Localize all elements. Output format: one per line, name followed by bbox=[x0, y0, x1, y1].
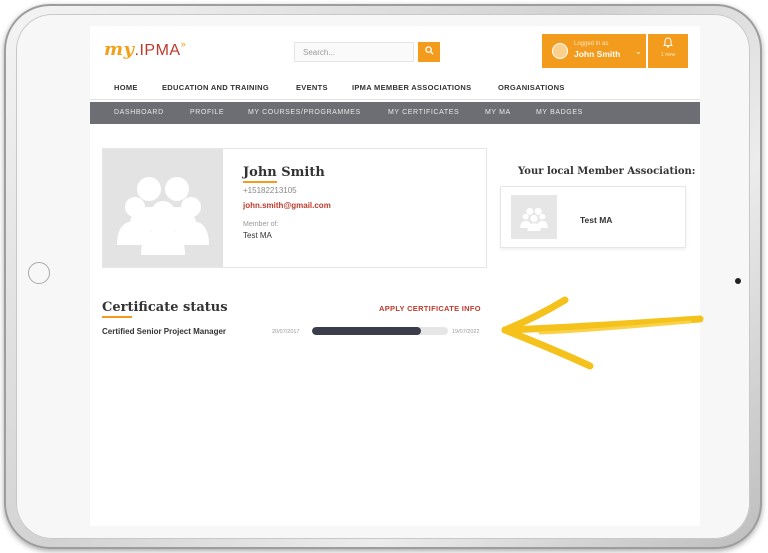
profile-phone: +15182213105 bbox=[243, 186, 297, 195]
nav-item-ipma-member-associations[interactable]: IPMA MEMBER ASSOCIATIONS bbox=[352, 83, 471, 92]
myipma-logo[interactable]: my.IPMA» bbox=[104, 39, 186, 60]
avatar-icon bbox=[552, 43, 568, 59]
certificate-name: Certified Senior Project Manager bbox=[102, 327, 227, 336]
tab-dashboard[interactable]: DASHBOARD bbox=[114, 109, 164, 116]
main-nav: HOME EDUCATION AND TRAINING EVENTS IPMA … bbox=[90, 74, 700, 100]
search-input[interactable]: Search... bbox=[294, 42, 414, 62]
ma-name: Test MA bbox=[580, 215, 613, 225]
certificate-progress-fill bbox=[312, 327, 421, 335]
tab-my-ma[interactable]: MY MA bbox=[485, 109, 511, 116]
ma-logo bbox=[511, 195, 557, 239]
sub-nav: DASHBOARD PROFILE MY COURSES/PROGRAMMES … bbox=[90, 102, 700, 124]
certificate-end-date: 19/07/2022 bbox=[452, 329, 480, 335]
tablet-home-button bbox=[28, 262, 50, 284]
tab-profile[interactable]: PROFILE bbox=[190, 109, 224, 116]
local-ma-card[interactable]: Test MA bbox=[500, 186, 686, 248]
notifications-button[interactable]: 1 new bbox=[648, 34, 688, 68]
notification-count: 1 new bbox=[660, 52, 676, 58]
user-name: John Smith bbox=[574, 49, 621, 59]
logged-in-label: Logged in as bbox=[574, 41, 609, 47]
name-underline bbox=[243, 181, 277, 183]
member-of-value: Test MA bbox=[243, 231, 272, 240]
local-ma-title: Your local Member Association: bbox=[518, 166, 696, 177]
bell-icon bbox=[648, 37, 688, 51]
member-of-label: Member of: bbox=[243, 221, 279, 228]
profile-name: John Smith bbox=[243, 165, 325, 180]
tab-my-badges[interactable]: MY BADGES bbox=[536, 109, 583, 116]
nav-item-events[interactable]: EVENTS bbox=[296, 83, 328, 92]
tablet-camera bbox=[735, 278, 741, 284]
nav-item-home[interactable]: HOME bbox=[114, 83, 138, 92]
search-button[interactable] bbox=[418, 42, 440, 62]
tab-my-certificates[interactable]: MY CERTIFICATES bbox=[388, 109, 459, 116]
tab-my-courses-programmes[interactable]: MY COURSES/PROGRAMMES bbox=[248, 109, 361, 116]
profile-photo bbox=[103, 149, 223, 267]
user-menu[interactable]: Logged in as John Smith ⌄ bbox=[542, 34, 646, 68]
screen: my.IPMA» Search... Logged in as John Smi… bbox=[90, 26, 700, 526]
certificate-start-date: 20/07/2017 bbox=[272, 329, 300, 335]
chevron-down-icon: ⌄ bbox=[635, 47, 642, 56]
group-placeholder-icon bbox=[520, 207, 548, 231]
nav-item-organisations[interactable]: ORGANISATIONS bbox=[498, 83, 565, 92]
certificate-status-title: Certificate status bbox=[102, 300, 228, 315]
certificate-title-underline bbox=[102, 316, 132, 318]
group-placeholder-icon bbox=[117, 177, 209, 255]
certificate-progress-bar bbox=[312, 327, 448, 335]
header: my.IPMA» Search... Logged in as John Smi… bbox=[90, 26, 700, 72]
nav-item-education-and-training[interactable]: EDUCATION AND TRAINING bbox=[162, 83, 269, 92]
search-icon bbox=[424, 46, 434, 58]
profile-card: John Smith +15182213105 john.smith@gmail… bbox=[102, 148, 487, 268]
profile-email-link[interactable]: john.smith@gmail.com bbox=[243, 201, 331, 210]
apply-certificate-info-link[interactable]: APPLY CERTIFICATE INFO bbox=[379, 304, 481, 313]
